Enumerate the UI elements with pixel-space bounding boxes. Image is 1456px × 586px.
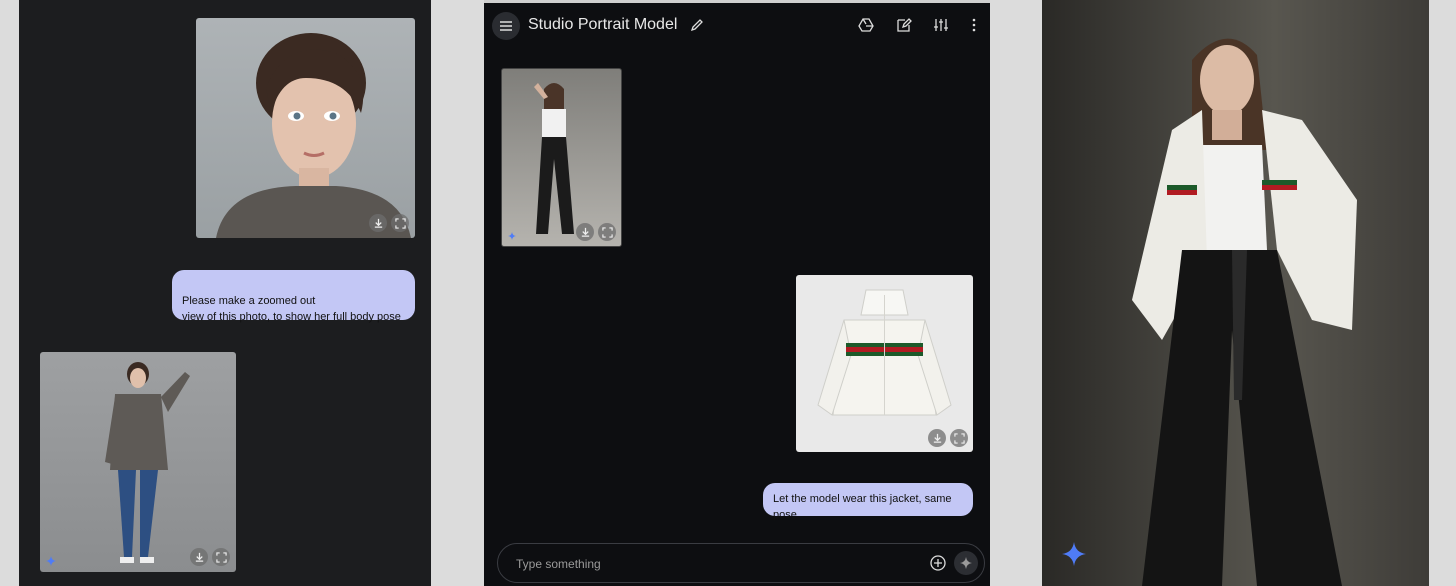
image-actions: [190, 548, 230, 566]
message-composer: [497, 543, 985, 583]
user-prompt-bubble: Let the model wear this jacket, same pos…: [763, 483, 973, 521]
download-icon: [581, 227, 589, 237]
image-actions: [576, 223, 616, 241]
fullbody-illustration: [105, 362, 190, 563]
download-icon: [933, 433, 941, 443]
message-input[interactable]: [514, 554, 898, 574]
send-button[interactable]: [954, 551, 978, 575]
download-button[interactable]: [369, 214, 387, 232]
fullscreen-button[interactable]: [212, 548, 230, 566]
more-options-icon[interactable]: [970, 17, 978, 33]
jacket-illustration: [817, 289, 952, 416]
user-prompt-text: Let the model wear this jacket, same pos…: [773, 493, 952, 521]
page-title: Studio Portrait Model: [528, 16, 678, 33]
download-button[interactable]: [928, 429, 946, 447]
generated-fullbody-image[interactable]: [40, 352, 236, 572]
chat-panel-left: Please make a zoomed out view of this ph…: [19, 0, 431, 586]
drive-icon[interactable]: [858, 17, 874, 33]
settings-tune-icon[interactable]: [933, 17, 949, 33]
download-icon: [374, 218, 382, 228]
gemini-spark-icon: [46, 556, 56, 566]
uploaded-portrait-image[interactable]: [196, 18, 415, 238]
fullscreen-icon: [601, 226, 613, 238]
portrait-illustration: [216, 33, 411, 238]
fullscreen-button[interactable]: [391, 214, 409, 232]
add-attachment-icon[interactable]: [930, 555, 946, 571]
gemini-spark-icon: [508, 232, 516, 240]
menu-button[interactable]: [492, 12, 520, 40]
fullscreen-icon: [953, 432, 965, 444]
user-prompt-text: Please make a zoomed out view of this ph…: [182, 295, 401, 323]
hamburger-menu-icon: [500, 21, 512, 31]
sparkle-send-icon: [960, 557, 972, 569]
download-button[interactable]: [576, 223, 594, 241]
chat-panel-middle: Studio Portrait Model Let the model wear…: [484, 0, 990, 586]
image-actions: [369, 214, 409, 232]
app-header: Studio Portrait Model: [484, 3, 990, 47]
model-image[interactable]: [501, 68, 622, 247]
result-illustration: [1042, 0, 1429, 586]
image-actions: [928, 429, 968, 447]
user-prompt-bubble: Please make a zoomed out view of this ph…: [172, 270, 415, 323]
fullscreen-button[interactable]: [950, 429, 968, 447]
model-illustration: [534, 83, 574, 234]
fullscreen-icon: [215, 551, 227, 563]
edit-title-icon[interactable]: [689, 17, 705, 33]
new-chat-icon[interactable]: [896, 17, 912, 33]
download-icon: [195, 552, 203, 562]
download-button[interactable]: [190, 548, 208, 566]
fullscreen-icon: [394, 217, 406, 229]
generated-result-image[interactable]: [1042, 0, 1429, 586]
fullscreen-button[interactable]: [598, 223, 616, 241]
gemini-spark-icon: [1062, 542, 1086, 566]
jacket-image[interactable]: [796, 275, 973, 452]
